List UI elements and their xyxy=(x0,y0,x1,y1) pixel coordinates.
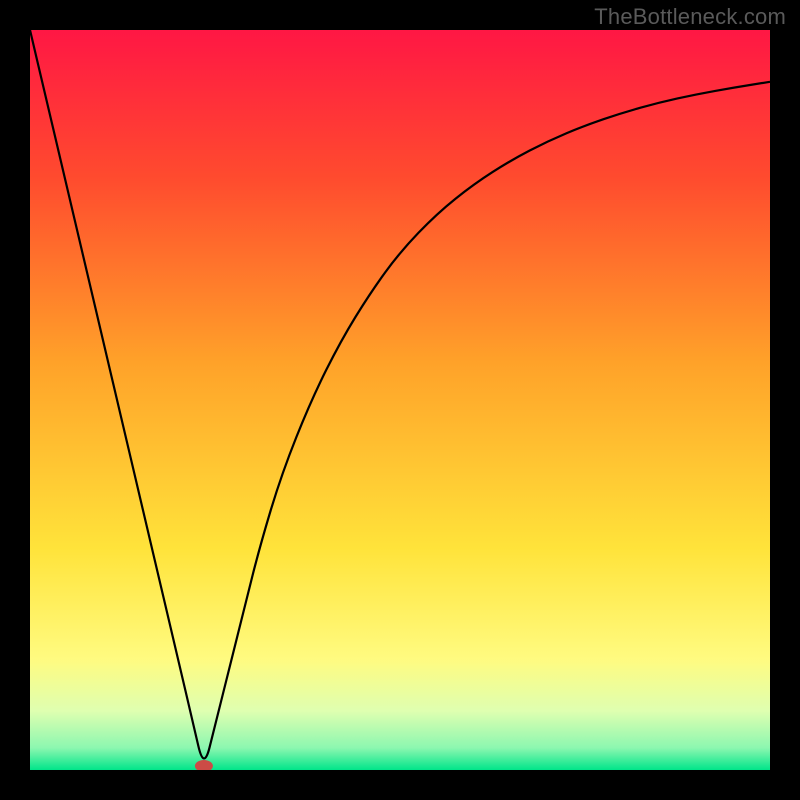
plot-background xyxy=(30,30,770,770)
chart-frame: TheBottleneck.com xyxy=(0,0,800,800)
plot-area xyxy=(30,30,770,770)
watermark-text: TheBottleneck.com xyxy=(594,4,786,30)
plot-svg xyxy=(30,30,770,770)
